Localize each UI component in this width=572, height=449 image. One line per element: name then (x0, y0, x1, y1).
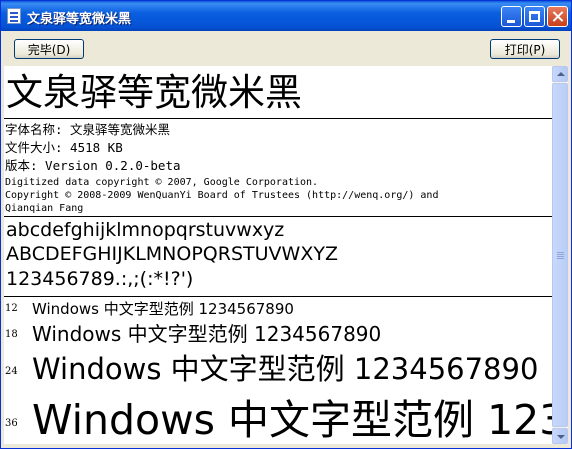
maximize-icon (529, 11, 540, 22)
font-display-name: 文泉驿等宽微米黑 (6, 71, 302, 114)
arrow-up-icon (557, 72, 565, 76)
close-button[interactable] (547, 6, 568, 27)
size-sample-text: Windows 中文字型范例 1234567890 (32, 322, 382, 346)
divider (4, 118, 552, 119)
version-line: 版本: Version 0.2.0-beta (5, 158, 181, 173)
minimize-button[interactable] (501, 6, 522, 27)
charset-lowercase: abcdefghijklmnopqrstuvwxyz (6, 219, 285, 241)
size-label: 24 (5, 366, 18, 377)
size-sample-row: 36 Windows 中文字型范例 1234567890 (4, 386, 552, 444)
charset-digits: 123456789.:,;(:*!?') (6, 268, 194, 290)
print-button[interactable]: 打印(P) (490, 39, 560, 59)
copyright-line: Digitized data copyright © 2007, Google … (5, 177, 319, 188)
scroll-down-button[interactable] (552, 428, 568, 444)
copyright-line: Qianqian Fang (5, 203, 84, 214)
font-file-icon (7, 8, 21, 24)
size-label: 18 (5, 329, 18, 340)
charset-uppercase: ABCDEFGHIJKLMNOPQRSTUVWXYZ (6, 243, 338, 265)
size-sample-row: 24 Windows 中文字型范例 1234567890 (4, 346, 552, 386)
copyright-line: Copyright © 2008-2009 WenQuanYi Board of… (5, 190, 439, 201)
size-sample-text: Windows 中文字型范例 1234567890 (32, 352, 539, 386)
vertical-scrollbar[interactable] (552, 66, 568, 444)
minimize-icon (507, 20, 515, 23)
size-label: 36 (5, 418, 18, 429)
arrow-down-icon (557, 435, 565, 439)
font-name-line: 字体名称: 文泉驿等宽微米黑 (5, 122, 171, 137)
done-button[interactable]: 完毕(D) (14, 39, 84, 59)
scroll-thumb[interactable] (552, 83, 568, 427)
divider (4, 296, 552, 297)
scroll-up-button[interactable] (552, 66, 568, 82)
size-sample-text: Windows 中文字型范例 1234567890 (32, 396, 552, 444)
size-sample-row: 12 Windows 中文字型范例 1234567890 (4, 298, 552, 318)
grip-icon (557, 252, 564, 253)
maximize-button[interactable] (524, 6, 545, 27)
size-label: 12 (5, 303, 18, 314)
font-preview-pane[interactable]: 文泉驿等宽微米黑 字体名称: 文泉驿等宽微米黑 文件大小: 4518 KB 版本… (4, 66, 552, 444)
size-sample-row: 18 Windows 中文字型范例 1234567890 (4, 318, 552, 348)
size-sample-text: Windows 中文字型范例 1234567890 (32, 300, 294, 318)
title-bar[interactable]: 文泉驿等宽微米黑 (1, 1, 571, 31)
window-title: 文泉驿等宽微米黑 (27, 12, 132, 27)
file-size-line: 文件大小: 4518 KB (5, 140, 123, 155)
toolbar: 完毕(D) 打印(P) (1, 31, 571, 65)
divider (4, 216, 552, 217)
